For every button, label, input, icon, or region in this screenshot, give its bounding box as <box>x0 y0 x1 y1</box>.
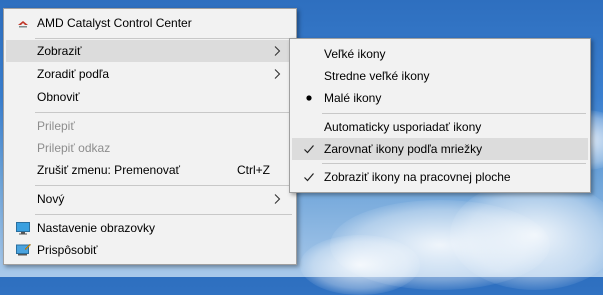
menu-item-label: Zobraziť ikony na pracovnej ploche <box>324 170 511 184</box>
menu-item-label: Zarovnať ikony podľa mriežky <box>324 142 483 156</box>
menu-item-label: Nastavenie obrazovky <box>37 221 156 235</box>
menu-item-label: Prilepiť odkaz <box>37 141 111 155</box>
checkmark-icon <box>304 145 314 154</box>
shortcut-text: Ctrl+Z <box>237 163 270 177</box>
menu-item-sort-by[interactable]: Zoradiť podľa <box>6 63 294 85</box>
view-submenu: Veľké ikony Stredne veľké ikony Malé iko… <box>289 38 591 193</box>
menu-item-paste-shortcut[interactable]: Prilepiť odkaz <box>6 137 294 159</box>
chevron-right-icon <box>274 194 281 204</box>
menu-item-label: Zobraziť <box>37 44 82 58</box>
submenu-item-small-icons[interactable]: Malé ikony <box>292 87 588 109</box>
separator <box>322 163 586 164</box>
menu-item-display-settings[interactable]: Nastavenie obrazovky <box>6 217 294 239</box>
menu-item-new[interactable]: Nový <box>6 188 294 210</box>
separator <box>35 112 292 113</box>
checkmark-icon <box>304 173 314 182</box>
menu-item-label: Obnoviť <box>37 90 80 104</box>
separator <box>35 38 292 39</box>
menu-item-amd-catalyst[interactable]: AMD Catalyst Control Center <box>6 12 294 34</box>
menu-item-view[interactable]: Zobraziť <box>6 40 294 62</box>
separator <box>322 113 586 114</box>
submenu-item-show-desktop-icons[interactable]: Zobraziť ikony na pracovnej ploche <box>292 166 588 188</box>
menu-item-label: Nový <box>37 192 65 206</box>
submenu-item-align-to-grid[interactable]: Zarovnať ikony podľa mriežky <box>292 138 588 160</box>
menu-item-refresh[interactable]: Obnoviť <box>6 86 294 108</box>
menu-item-label: Zrušiť zmenu: Premenovať <box>37 163 181 177</box>
menu-item-label: Veľké ikony <box>324 47 386 61</box>
cloud <box>300 235 420 295</box>
menu-item-undo-rename[interactable]: Zrušiť zmenu: Premenovať Ctrl+Z <box>6 159 294 181</box>
menu-item-label: Prispôsobiť <box>37 243 98 257</box>
amd-catalyst-icon <box>18 21 28 28</box>
menu-item-label: Malé ikony <box>324 91 382 105</box>
menu-item-label: Zoradiť podľa <box>37 67 110 81</box>
desktop-context-menu: AMD Catalyst Control Center Zobraziť Zor… <box>3 8 297 265</box>
personalize-icon <box>16 243 31 256</box>
submenu-item-medium-icons[interactable]: Stredne veľké ikony <box>292 65 588 87</box>
menu-item-label: Stredne veľké ikony <box>324 69 430 83</box>
monitor-icon <box>16 222 30 235</box>
separator <box>35 214 292 215</box>
menu-item-personalize[interactable]: Prispôsobiť <box>6 239 294 261</box>
submenu-item-large-icons[interactable]: Veľké ikony <box>292 43 588 65</box>
chevron-right-icon <box>274 46 281 56</box>
menu-item-label: AMD Catalyst Control Center <box>37 16 192 30</box>
submenu-item-auto-arrange[interactable]: Automaticky usporiadať ikony <box>292 116 588 138</box>
separator <box>35 185 292 186</box>
chevron-right-icon <box>274 69 281 79</box>
menu-item-paste[interactable]: Prilepiť <box>6 115 294 137</box>
selected-dot-icon <box>306 95 312 101</box>
menu-item-label: Automaticky usporiadať ikony <box>324 120 482 134</box>
menu-item-label: Prilepiť <box>37 119 75 133</box>
